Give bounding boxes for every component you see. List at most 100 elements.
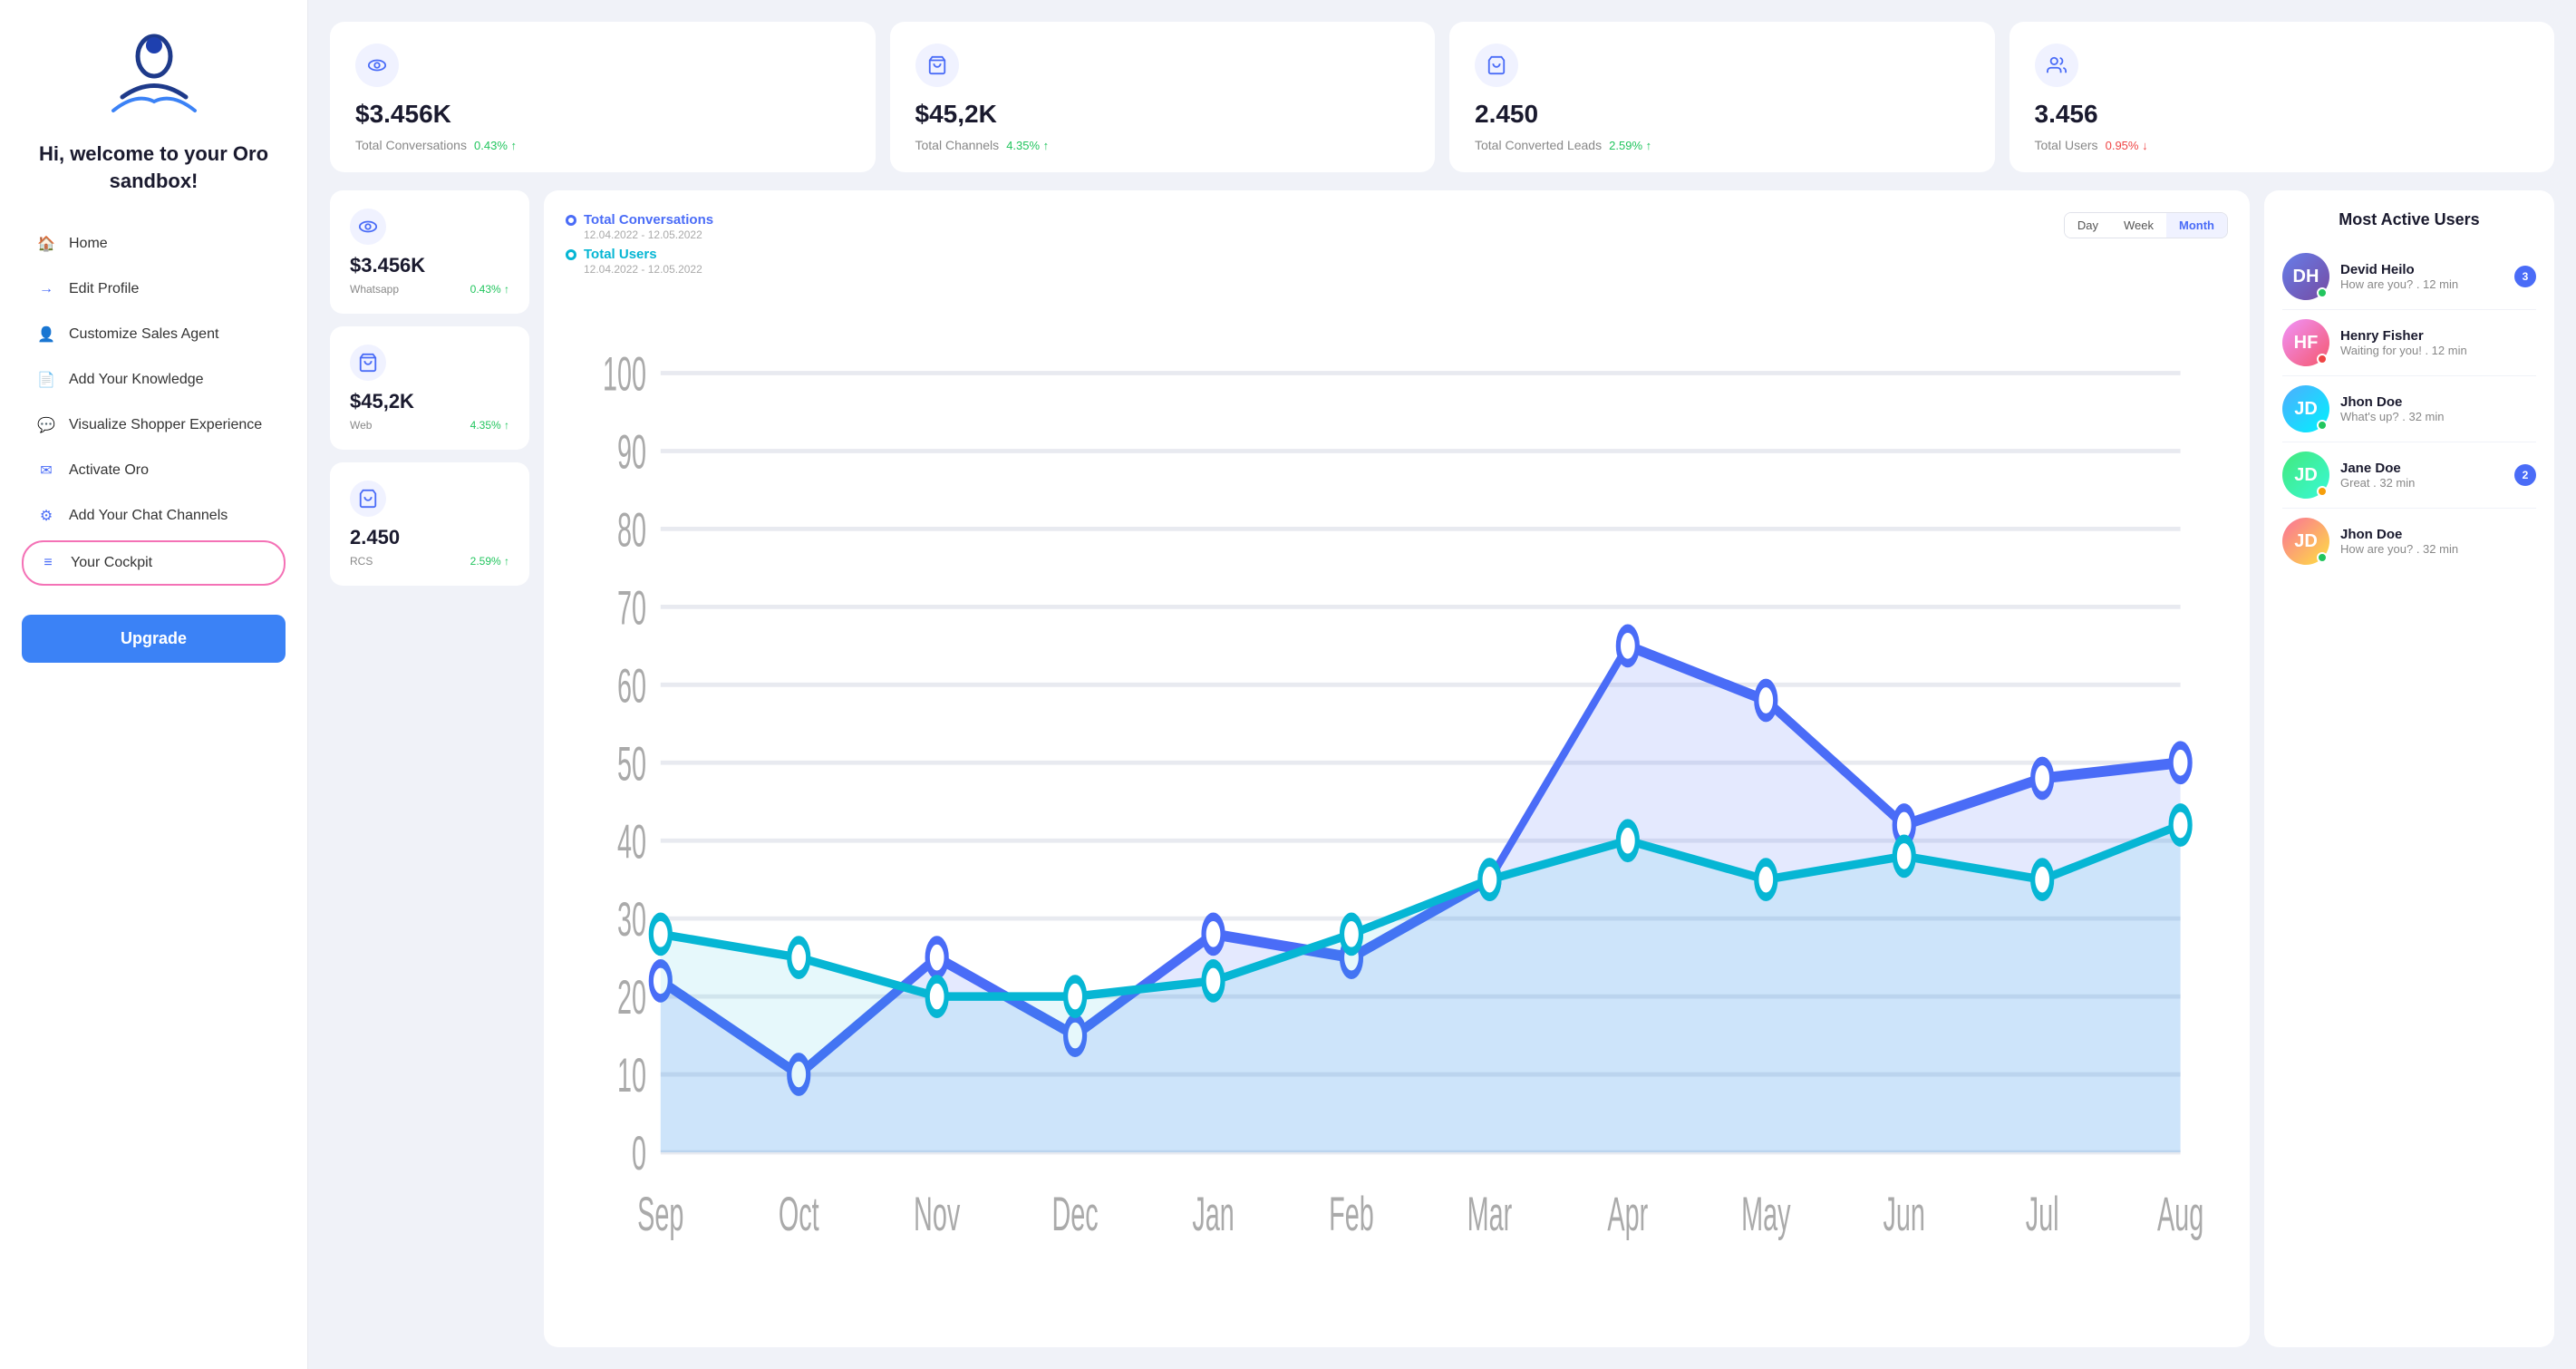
mini-change-0: 0.43% ↑ (470, 283, 509, 296)
stat-icon-2 (1475, 44, 1518, 87)
your-cockpit-icon: ≡ (38, 553, 58, 573)
svg-text:100: 100 (603, 347, 646, 400)
home-icon: 🏠 (36, 234, 56, 254)
chart-tab-month[interactable]: Month (2166, 213, 2227, 238)
sidebar-item-home[interactable]: 🏠 Home (22, 223, 286, 265)
sidebar: Hi, welcome to your Oro sandbox! 🏠 Home→… (0, 0, 308, 1369)
stat-card-2: 2.450 Total Converted Leads 2.59% ↑ (1449, 22, 1995, 172)
sidebar-item-label: Your Cockpit (71, 555, 152, 571)
svg-text:Nov: Nov (914, 1188, 961, 1240)
chart-tab-day[interactable]: Day (2065, 213, 2111, 238)
status-dot-2 (2317, 420, 2328, 431)
stat-icon-0 (355, 44, 399, 87)
stat-value-1: $45,2K (915, 100, 1410, 129)
chart-card: Total Conversations 12.04.2022 - 12.05.2… (544, 190, 2250, 1347)
bottom-row: $3.456K Whatsapp 0.43% ↑ $45,2K Web 4.35… (330, 190, 2554, 1347)
mini-label-2: RCS (350, 555, 373, 568)
user-msg-0: How are you? . 12 min (2340, 277, 2503, 291)
chart-header: Total Conversations 12.04.2022 - 12.05.2… (566, 212, 2228, 276)
stat-card-0: $3.456K Total Conversations 0.43% ↑ (330, 22, 876, 172)
stat-value-0: $3.456K (355, 100, 850, 129)
user-msg-2: What's up? . 32 min (2340, 410, 2536, 423)
sidebar-item-label: Activate Oro (69, 462, 149, 479)
logo (104, 29, 204, 124)
sidebar-item-activate-oro[interactable]: ✉ Activate Oro (22, 450, 286, 491)
legend1-title: Total Conversations (584, 212, 713, 228)
mini-label-0: Whatsapp (350, 283, 399, 296)
user-item-2[interactable]: JD Jhon Doe What's up? . 32 min (2282, 376, 2536, 442)
user-badge-3: 2 (2514, 464, 2536, 486)
stat-change-3: 0.95% ↓ (2102, 139, 2148, 152)
mini-change-2: 2.59% ↑ (470, 555, 509, 568)
svg-text:80: 80 (617, 503, 646, 556)
stat-icon-1 (915, 44, 959, 87)
stat-change-2: 2.59% ↑ (1606, 139, 1652, 152)
stat-change-0: 0.43% ↑ (470, 139, 517, 152)
stat-value-3: 3.456 (2035, 100, 2530, 129)
users-list: DH Devid Heilo How are you? . 12 min 3 H… (2282, 244, 2536, 574)
nav-list: 🏠 Home→ Edit Profile👤 Customize Sales Ag… (22, 223, 286, 586)
user-info-1: Henry Fisher Waiting for you! . 12 min (2340, 328, 2536, 357)
mini-icon-0 (350, 209, 386, 245)
active-users-card: Most Active Users DH Devid Heilo How are… (2264, 190, 2554, 1347)
user-msg-4: How are you? . 32 min (2340, 542, 2536, 556)
sidebar-item-edit-profile[interactable]: → Edit Profile (22, 268, 286, 310)
legend2-date: 12.04.2022 - 12.05.2022 (584, 263, 713, 276)
edit-profile-icon: → (36, 279, 56, 299)
avatar-wrap-1: HF (2282, 319, 2329, 366)
svg-text:30: 30 (617, 893, 646, 946)
svg-text:Aug: Aug (2157, 1188, 2203, 1240)
stat-icon-3 (2035, 44, 2078, 87)
status-dot-3 (2317, 486, 2328, 497)
avatar-wrap-4: JD (2282, 518, 2329, 565)
sidebar-item-your-cockpit[interactable]: ≡ Your Cockpit (22, 540, 286, 586)
upgrade-button[interactable]: Upgrade (22, 615, 286, 663)
mini-value-0: $3.456K (350, 254, 509, 277)
user-item-0[interactable]: DH Devid Heilo How are you? . 12 min 3 (2282, 244, 2536, 310)
status-dot-1 (2317, 354, 2328, 364)
avatar-wrap-0: DH (2282, 253, 2329, 300)
mini-card-0: $3.456K Whatsapp 0.43% ↑ (330, 190, 529, 314)
user-item-4[interactable]: JD Jhon Doe How are you? . 32 min (2282, 509, 2536, 574)
sidebar-item-add-knowledge[interactable]: 📄 Add Your Knowledge (22, 359, 286, 401)
sidebar-item-label: Add Your Knowledge (69, 372, 204, 388)
chart-tab-week[interactable]: Week (2111, 213, 2166, 238)
add-knowledge-icon: 📄 (36, 370, 56, 390)
avatar-wrap-2: JD (2282, 385, 2329, 432)
user-name-4: Jhon Doe (2340, 527, 2536, 542)
stat-cards-row: $3.456K Total Conversations 0.43% ↑ $45,… (330, 22, 2554, 172)
svg-text:40: 40 (617, 815, 646, 868)
stat-label-1: Total Channels 4.35% ↑ (915, 138, 1410, 154)
sidebar-item-add-chat[interactable]: ⚙ Add Your Chat Channels (22, 495, 286, 537)
mini-value-2: 2.450 (350, 526, 509, 549)
sidebar-item-label: Customize Sales Agent (69, 326, 218, 343)
active-users-title: Most Active Users (2282, 210, 2536, 229)
svg-text:70: 70 (617, 581, 646, 634)
sidebar-item-customize-sales[interactable]: 👤 Customize Sales Agent (22, 314, 286, 355)
user-item-1[interactable]: HF Henry Fisher Waiting for you! . 12 mi… (2282, 310, 2536, 376)
welcome-text: Hi, welcome to your Oro sandbox! (22, 141, 286, 194)
chart-tabs: DayWeekMonth (2064, 212, 2228, 238)
mini-change-1: 4.35% ↑ (470, 419, 509, 432)
sidebar-item-label: Edit Profile (69, 281, 139, 297)
user-name-0: Devid Heilo (2340, 262, 2503, 277)
legend-dot-cyan (566, 249, 576, 260)
user-item-3[interactable]: JD Jane Doe Great . 32 min 2 (2282, 442, 2536, 509)
avatar-wrap-3: JD (2282, 451, 2329, 499)
legend-users: Total Users 12.04.2022 - 12.05.2022 (566, 247, 713, 276)
user-name-1: Henry Fisher (2340, 328, 2536, 344)
user-info-2: Jhon Doe What's up? . 32 min (2340, 394, 2536, 423)
mini-cards: $3.456K Whatsapp 0.43% ↑ $45,2K Web 4.35… (330, 190, 529, 1347)
svg-text:Jan: Jan (1192, 1188, 1234, 1240)
mini-card-2: 2.450 RCS 2.59% ↑ (330, 462, 529, 586)
sidebar-item-visualize-shopper[interactable]: 💬 Visualize Shopper Experience (22, 404, 286, 446)
customize-sales-icon: 👤 (36, 325, 56, 345)
svg-text:0: 0 (632, 1127, 646, 1180)
svg-text:90: 90 (617, 425, 646, 478)
user-name-3: Jane Doe (2340, 461, 2503, 476)
stat-change-1: 4.35% ↑ (1003, 139, 1050, 152)
legend2-title: Total Users (584, 247, 657, 262)
add-chat-icon: ⚙ (36, 506, 56, 526)
stat-label-0: Total Conversations 0.43% ↑ (355, 138, 850, 154)
stat-card-1: $45,2K Total Channels 4.35% ↑ (890, 22, 1436, 172)
